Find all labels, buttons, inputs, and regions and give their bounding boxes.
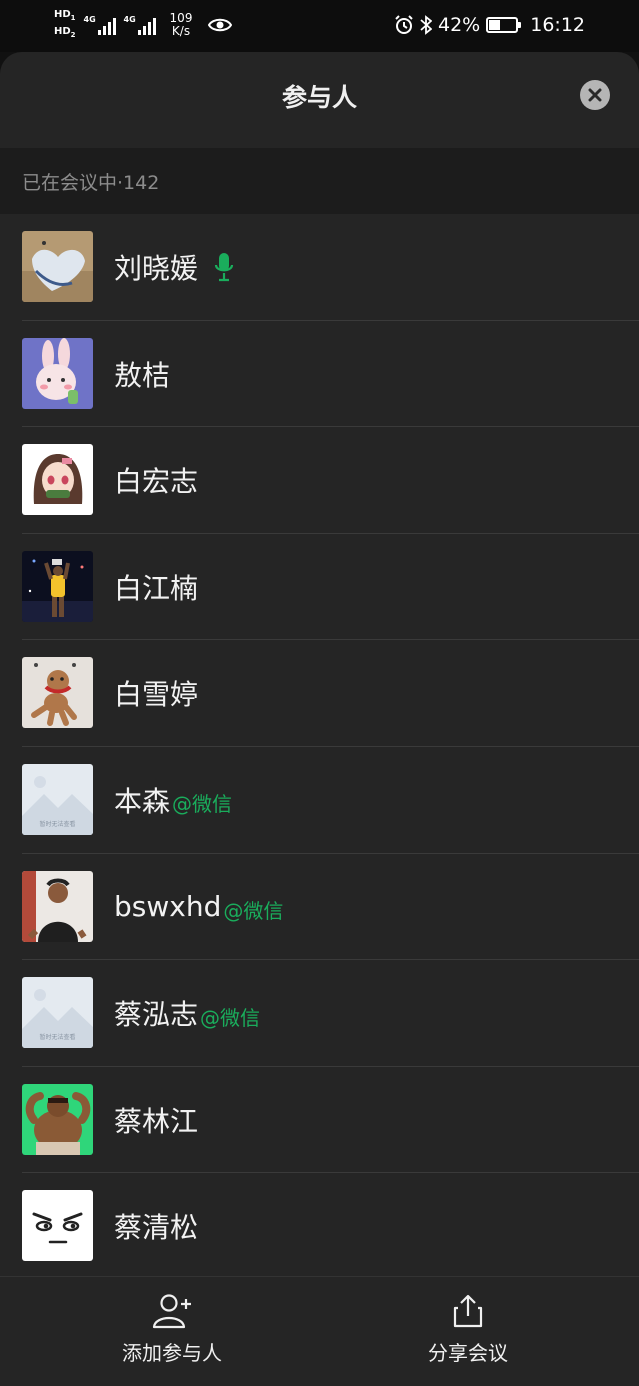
bluetooth-icon: [420, 15, 432, 35]
participant-row[interactable]: 刘晓媛: [0, 214, 639, 321]
avatar: [22, 337, 93, 409]
avatar: [22, 231, 93, 302]
participant-row[interactable]: 暂时无法查看 蔡泓志 @微信: [0, 960, 639, 1067]
participant-info: 刘晓媛: [114, 214, 234, 320]
hd-indicator: HD1 HD2: [54, 9, 76, 41]
signal-icon-sim2: 4G: [124, 15, 156, 35]
participant-info: 蔡泓志 @微信: [114, 960, 260, 1066]
avatar: [22, 870, 93, 942]
participant-row[interactable]: 蔡清松: [0, 1173, 639, 1280]
close-icon: [588, 88, 602, 102]
participant-info: 敖桔: [114, 321, 170, 427]
avatar: [22, 657, 93, 729]
in-meeting-count: 已在会议中·142: [22, 171, 160, 194]
share-meeting-label: 分享会议: [428, 1341, 508, 1365]
avatar: 暂时无法查看: [22, 763, 93, 835]
avatar-placeholder-text: 暂时无法查看: [39, 1033, 75, 1041]
avatar: [22, 550, 93, 622]
sheet-title: 参与人: [281, 83, 357, 112]
status-right: 42% 16:12: [394, 8, 585, 42]
participant-name: 敖桔: [114, 358, 171, 392]
avatar: [22, 1190, 93, 1262]
avatar-placeholder-text: 暂时无法查看: [39, 820, 75, 828]
add-participant-button[interactable]: 添加参与人: [72, 1293, 272, 1366]
participant-row[interactable]: 暂时无法查看 本森 @微信: [0, 747, 639, 854]
sheet-header: 参与人: [0, 52, 639, 148]
net-speed-unit: K/s: [171, 24, 191, 38]
wechat-tag: @微信: [200, 1005, 261, 1030]
add-user-icon: [152, 1294, 191, 1329]
participants-sheet: 参与人 已在会议中·142 刘晓媛 敖桔 白宏志 白江楠 白雪婷 暂时无法查看 本森 @微信 b…: [0, 52, 639, 1386]
section-header: 已在会议中·142: [0, 148, 639, 214]
sim1-network: 4G: [83, 15, 96, 24]
participant-name: 本森: [114, 784, 171, 818]
avatar: 暂时无法查看: [22, 977, 93, 1049]
battery-icon: [486, 17, 522, 33]
hd2-sub: 2: [70, 31, 76, 39]
sim2-network: 4G: [123, 15, 136, 24]
participant-row[interactable]: 白江楠: [0, 534, 639, 641]
status-bar: HD1 HD2 4G 4G 109 K/s 42% 16:12: [0, 0, 639, 52]
participant-name: 白雪婷: [114, 678, 199, 712]
participant-row[interactable]: 敖桔: [0, 321, 639, 428]
participant-row[interactable]: 蔡林江: [0, 1067, 639, 1174]
participant-info: bswxhd @微信: [114, 854, 283, 960]
participant-info: 白宏志: [114, 427, 198, 533]
bottom-action-bar: 添加参与人 分享会议: [0, 1276, 639, 1386]
alarm-icon: [394, 15, 414, 35]
participant-info: 蔡清松: [114, 1173, 198, 1279]
share-icon: [453, 1294, 483, 1328]
participant-name: 蔡清松: [114, 1211, 199, 1245]
add-participant-label: 添加参与人: [122, 1341, 222, 1365]
participant-row[interactable]: 白雪婷: [0, 640, 639, 747]
hd1-label: HD: [54, 9, 71, 20]
battery-percent: 42%: [438, 14, 481, 36]
participant-name: 蔡林江: [114, 1104, 199, 1138]
participant-info: 白雪婷: [114, 640, 198, 746]
participant-name: 白江楠: [114, 571, 199, 605]
hd2-label: HD: [54, 26, 71, 37]
participant-row[interactable]: 白宏志: [0, 427, 639, 534]
participant-name: 白宏志: [114, 465, 199, 499]
net-speed: 109 K/s: [170, 12, 193, 38]
wechat-tag: @微信: [223, 899, 284, 924]
participant-name: 刘晓媛: [114, 252, 199, 285]
participant-row[interactable]: bswxhd @微信: [0, 854, 639, 961]
share-meeting-button[interactable]: 分享会议: [368, 1293, 568, 1366]
eye-icon: [208, 17, 233, 33]
wechat-tag: @微信: [172, 792, 233, 817]
participant-list: 刘晓媛 敖桔 白宏志 白江楠 白雪婷 暂时无法查看 本森 @微信 bswxhd @微信 暂时无法查看…: [0, 214, 639, 1280]
hd1-sub: 1: [70, 14, 76, 22]
speaking-indicator: [214, 252, 234, 282]
avatar: [22, 444, 93, 516]
participant-info: 白江楠: [114, 534, 198, 640]
clock: 16:12: [530, 14, 585, 36]
participant-info: 本森 @微信: [114, 747, 232, 853]
microphone-icon: [214, 253, 234, 282]
participant-info: 蔡林江: [114, 1067, 198, 1173]
signal-icon-sim1: 4G: [84, 15, 116, 35]
close-button[interactable]: [580, 80, 610, 110]
avatar: [22, 1083, 93, 1155]
participant-name: 蔡泓志: [114, 998, 199, 1032]
participant-name: bswxhd: [114, 890, 222, 924]
status-left: HD1 HD2 4G 4G 109 K/s: [54, 8, 233, 42]
